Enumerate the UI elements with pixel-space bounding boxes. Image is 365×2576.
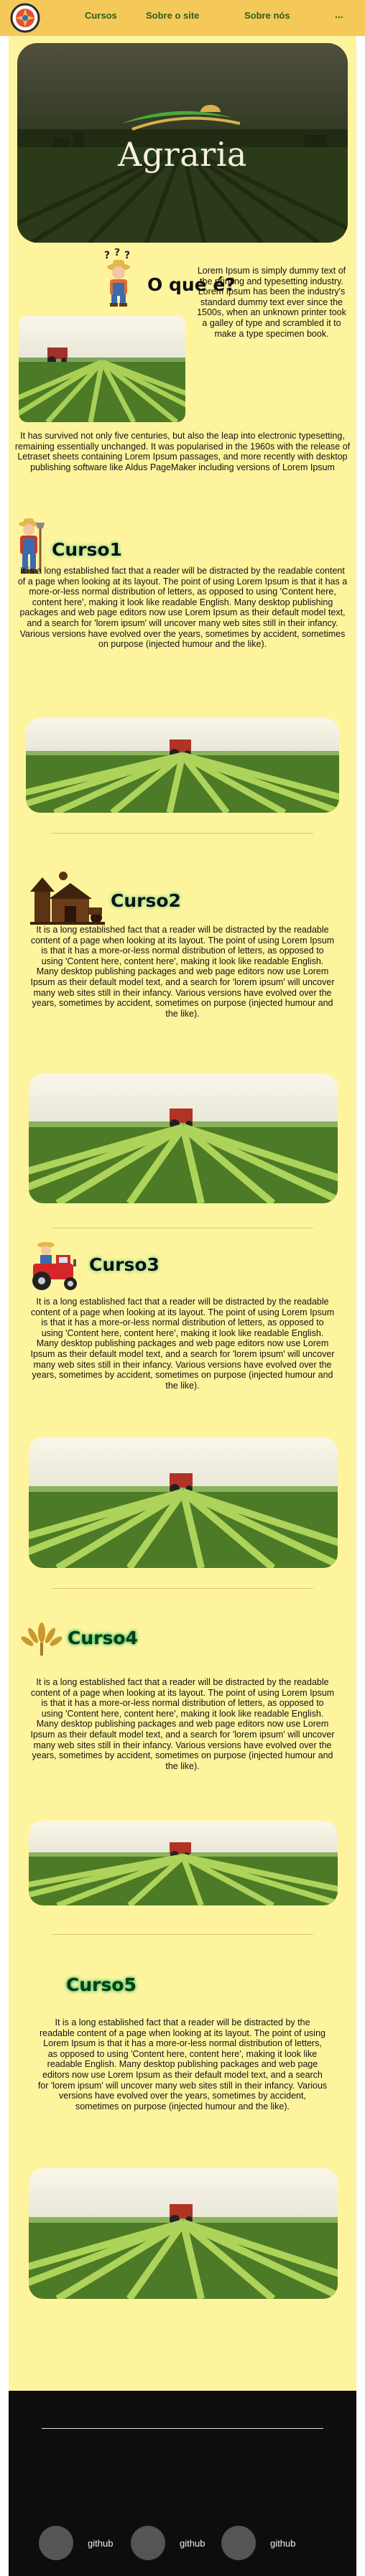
footer-github-link-1[interactable]: github <box>39 2526 113 2560</box>
curso2-text: It is a long established fact that a rea… <box>30 925 335 1019</box>
curso2-title: Curso2 <box>111 890 181 911</box>
farmer-question-icon: ? ? ? <box>104 248 130 307</box>
footer-github-label: github <box>270 2537 296 2549</box>
avatar <box>39 2526 73 2560</box>
avatar <box>221 2526 256 2560</box>
nav-link-sobre-o-site[interactable]: Sobre o site <box>146 10 199 21</box>
tractor-icon <box>32 1242 77 1290</box>
avatar <box>131 2526 165 2560</box>
footer-divider <box>42 2428 323 2429</box>
footer-github-label: github <box>88 2537 114 2549</box>
hero-banner: Agraria <box>17 43 348 243</box>
main-content: Agraria ? ? ? O que é? Lorem Ipsum is si… <box>9 36 356 2391</box>
wheat-icon <box>21 1623 63 1656</box>
svg-text:?: ? <box>114 248 120 258</box>
footer: github github github <box>9 2391 356 2576</box>
logo-icon[interactable] <box>10 3 40 33</box>
nav-link-sobre-nos[interactable]: Sobre nós <box>244 10 290 21</box>
about-paragraph-2: It has survived not only five centuries,… <box>14 431 351 472</box>
divider <box>52 833 313 834</box>
curso3-text: It is a long established fact that a rea… <box>30 1297 335 1391</box>
curso2-heading: Curso2 <box>30 869 181 926</box>
curso1-image <box>26 718 339 813</box>
curso1-title: Curso1 <box>52 538 122 560</box>
divider <box>52 1588 313 1589</box>
curso4-title: Curso4 <box>68 1627 138 1648</box>
about-field-image <box>19 316 185 422</box>
page: Cursos Sobre o site Sobre nós ... Agrari… <box>0 0 365 2576</box>
menu-more-icon[interactable]: ... <box>335 9 343 20</box>
about-paragraph-1: Lorem Ipsum is simply dummy text of the … <box>197 266 346 339</box>
curso2-image <box>29 1074 338 1203</box>
footer-github-label: github <box>180 2537 205 2549</box>
curso1-text: It is a long established fact that a rea… <box>17 566 348 650</box>
svg-text:?: ? <box>124 250 130 261</box>
curso5-heading: Curso5 <box>66 1974 137 1995</box>
curso5-image <box>29 2168 338 2299</box>
divider <box>52 1934 313 1935</box>
footer-github-link-3[interactable]: github <box>221 2526 295 2560</box>
footer-github-link-2[interactable]: github <box>131 2526 205 2560</box>
curso3-heading: Curso3 <box>27 1239 160 1292</box>
nav-link-cursos[interactable]: Cursos <box>85 10 117 21</box>
curso5-title: Curso5 <box>66 1974 137 1995</box>
curso3-title: Curso3 <box>89 1254 160 1275</box>
top-nav: Cursos Sobre o site Sobre nós ... <box>0 0 365 36</box>
curso4-text: It is a long established fact that a rea… <box>30 1677 335 1771</box>
curso3-image <box>29 1437 338 1568</box>
curso5-text: It is a long established fact that a rea… <box>37 2017 328 2111</box>
farm-house-icon <box>30 872 105 925</box>
svg-text:?: ? <box>104 250 110 261</box>
curso4-image <box>29 1821 338 1905</box>
curso4-heading: Curso4 <box>20 1618 138 1657</box>
hero-title: Agraria <box>118 135 247 174</box>
